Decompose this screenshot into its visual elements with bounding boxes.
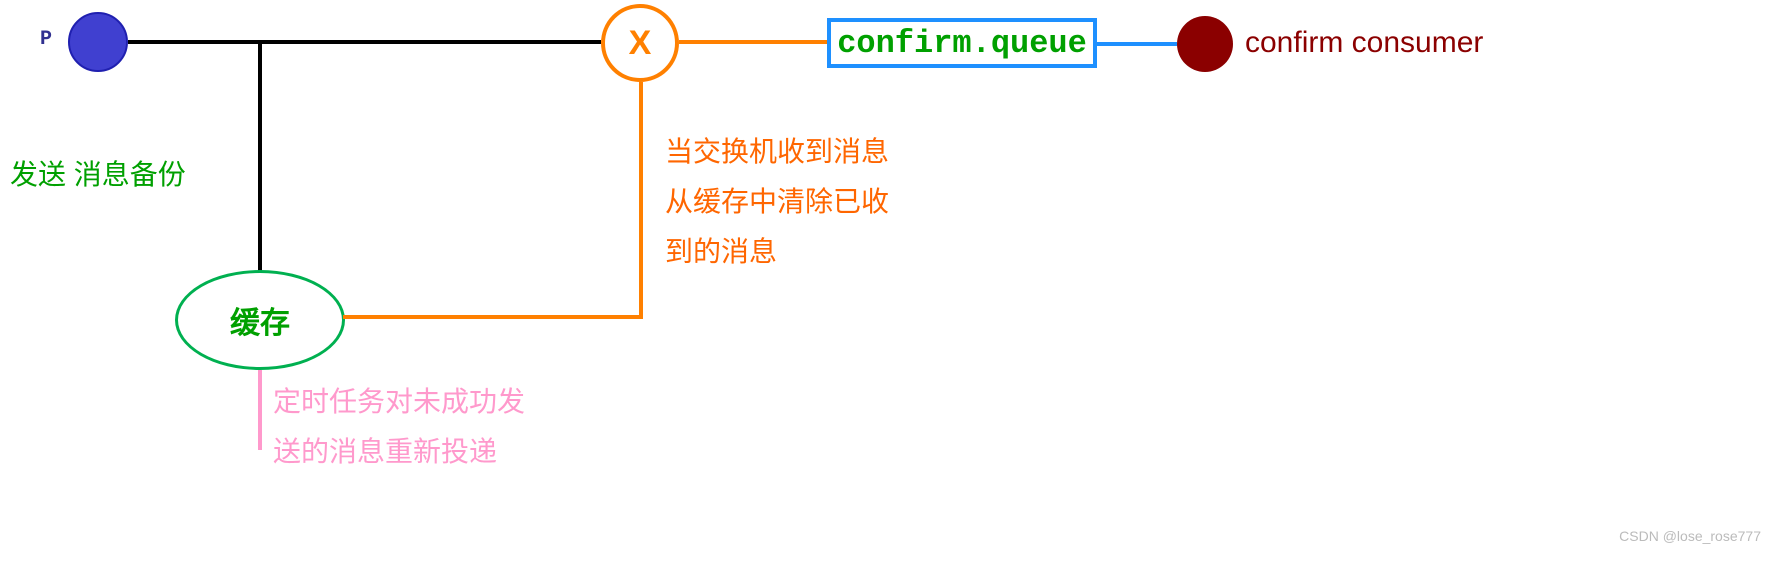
line-cache-down (258, 370, 262, 450)
annotation-backup: 发送 消息备份 (10, 155, 186, 194)
line-exchange-to-queue (679, 40, 827, 44)
annotation-clear-1: 当交换机收到消息 (665, 130, 889, 175)
line-producer-to-exchange (128, 40, 601, 44)
watermark: CSDN @lose_rose777 (1619, 528, 1761, 544)
line-queue-to-consumer (1097, 42, 1177, 46)
producer-node (68, 12, 128, 72)
annotation-clear-2: 从缓存中清除已收 (665, 180, 889, 225)
consumer-label: confirm consumer (1245, 26, 1483, 60)
line-exchange-stub (639, 82, 643, 92)
producer-label: P (40, 28, 52, 51)
line-to-cache (343, 315, 643, 319)
exchange-node: X (601, 4, 679, 82)
exchange-label: X (629, 24, 652, 63)
queue-label: confirm.queue (837, 25, 1087, 62)
queue-node: confirm.queue (827, 18, 1097, 68)
line-producer-to-cache (258, 40, 262, 272)
annotation-retry-2: 送的消息重新投递 (273, 428, 497, 476)
consumer-node (1177, 16, 1233, 72)
cache-label: 缓存 (230, 298, 290, 342)
annotation-retry-1: 定时任务对未成功发 (273, 378, 525, 426)
annotation-clear-3: 到的消息 (665, 230, 777, 275)
cache-node: 缓存 (175, 270, 345, 370)
line-exchange-down (639, 92, 643, 317)
